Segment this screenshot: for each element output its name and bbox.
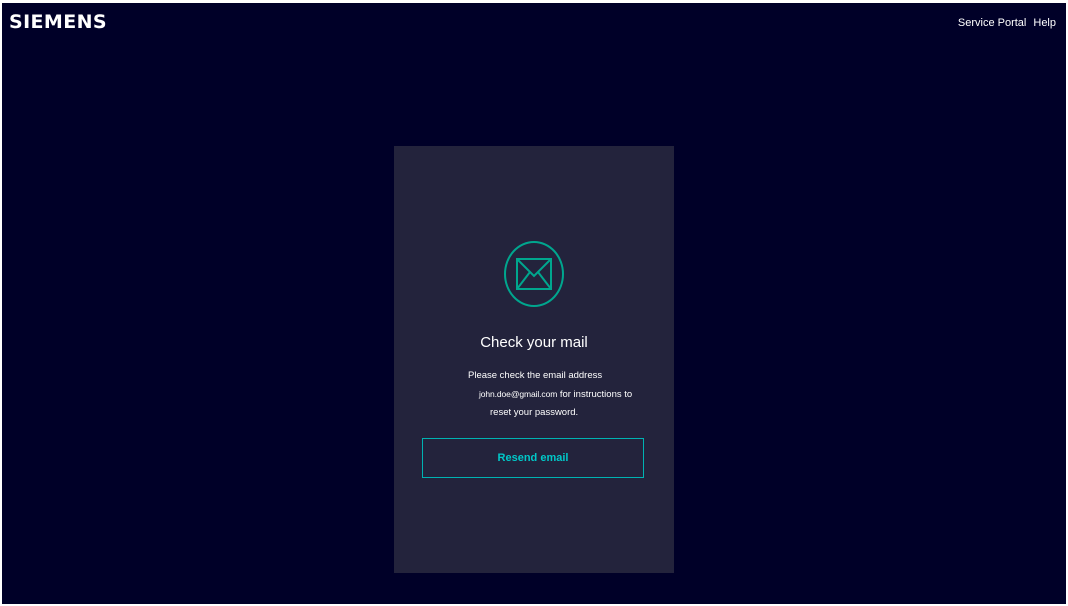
service-portal-link[interactable]: Service Portal (958, 16, 1026, 30)
siemens-logo[interactable]: SIEMENS (9, 10, 107, 34)
message-line-2-suffix: for instructions to (557, 389, 633, 400)
card-title: Check your mail (480, 334, 588, 351)
top-navigation: Service Portal Help (958, 16, 1056, 30)
message-line-2: john.doe@gmail.com for instructions to (479, 388, 632, 401)
resend-email-button[interactable]: Resend email (422, 438, 644, 478)
app-frame: SIEMENS Service Portal Help Check your m… (2, 3, 1066, 604)
email-address: john.doe@gmail.com (479, 389, 558, 399)
message-line-1: Please check the email address (468, 370, 603, 381)
reset-password-card: Check your mail Please check the email a… (394, 146, 674, 573)
envelope-icon (516, 258, 552, 290)
help-link[interactable]: Help (1033, 16, 1056, 30)
message-line-3: reset your password. (490, 407, 579, 418)
mail-icon-circle (504, 241, 564, 307)
